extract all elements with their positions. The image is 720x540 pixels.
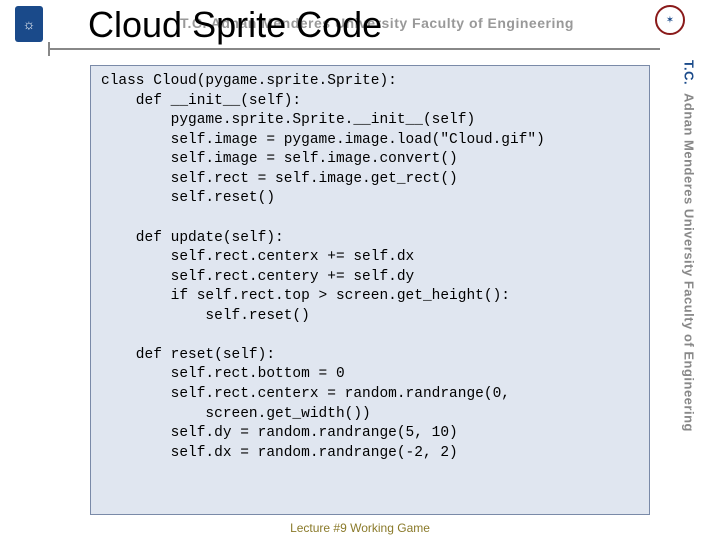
- sidebar-rest: Adnan Menderes University Faculty of Eng…: [682, 93, 697, 432]
- code-listing: class Cloud(pygame.sprite.Sprite): def _…: [90, 65, 650, 515]
- title-underline: [48, 48, 660, 50]
- sidebar-institution: T.C. Adnan Menderes University Faculty o…: [664, 60, 714, 530]
- footer-lecture-label: Lecture #9 Working Game: [0, 521, 720, 535]
- sidebar-tc: T.C.: [682, 60, 697, 85]
- slide-title: Cloud Sprite Code: [88, 4, 382, 46]
- title-tick: [48, 42, 50, 56]
